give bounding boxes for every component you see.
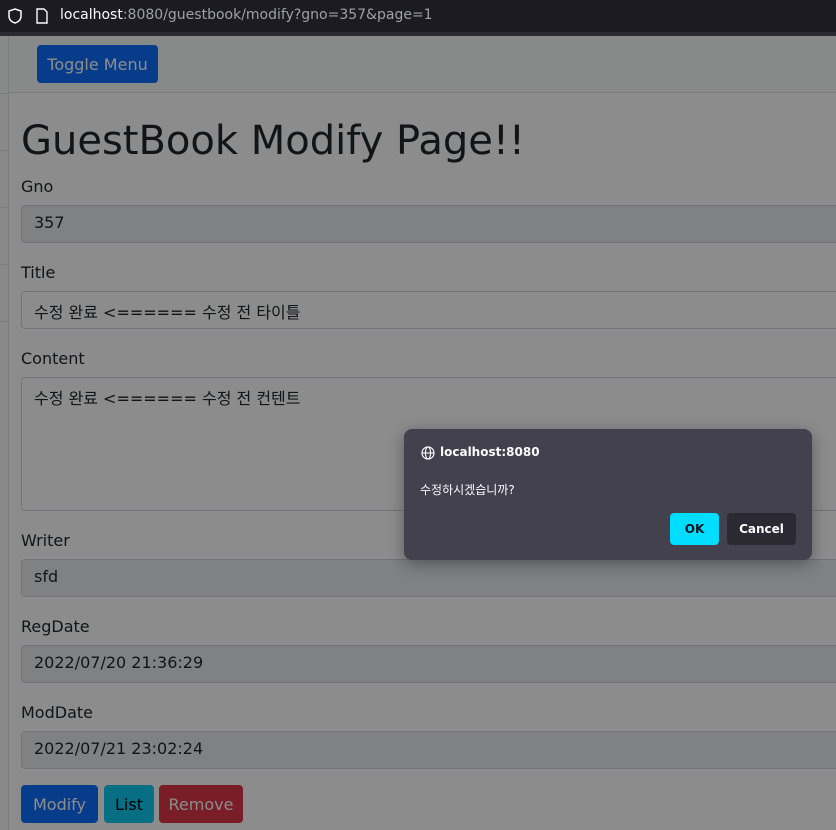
url-host: localhost (60, 7, 123, 23)
globe-icon (421, 446, 435, 460)
url-text[interactable]: localhost:8080/guestbook/modify?gno=357&… (60, 7, 433, 23)
page-icon (36, 8, 48, 24)
browser-url-bar[interactable]: localhost:8080/guestbook/modify?gno=357&… (0, 0, 836, 32)
url-path: :8080/guestbook/modify?gno=357&page=1 (122, 7, 433, 23)
dialog-ok-button[interactable]: OK (670, 513, 719, 545)
dialog-message: 수정하시겠습니까? (420, 483, 515, 497)
dialog-origin: localhost:8080 (440, 445, 540, 459)
shield-icon[interactable] (8, 8, 22, 24)
dialog-cancel-button[interactable]: Cancel (727, 513, 796, 545)
confirm-dialog: localhost:8080 수정하시겠습니까? OK Cancel (404, 429, 812, 560)
